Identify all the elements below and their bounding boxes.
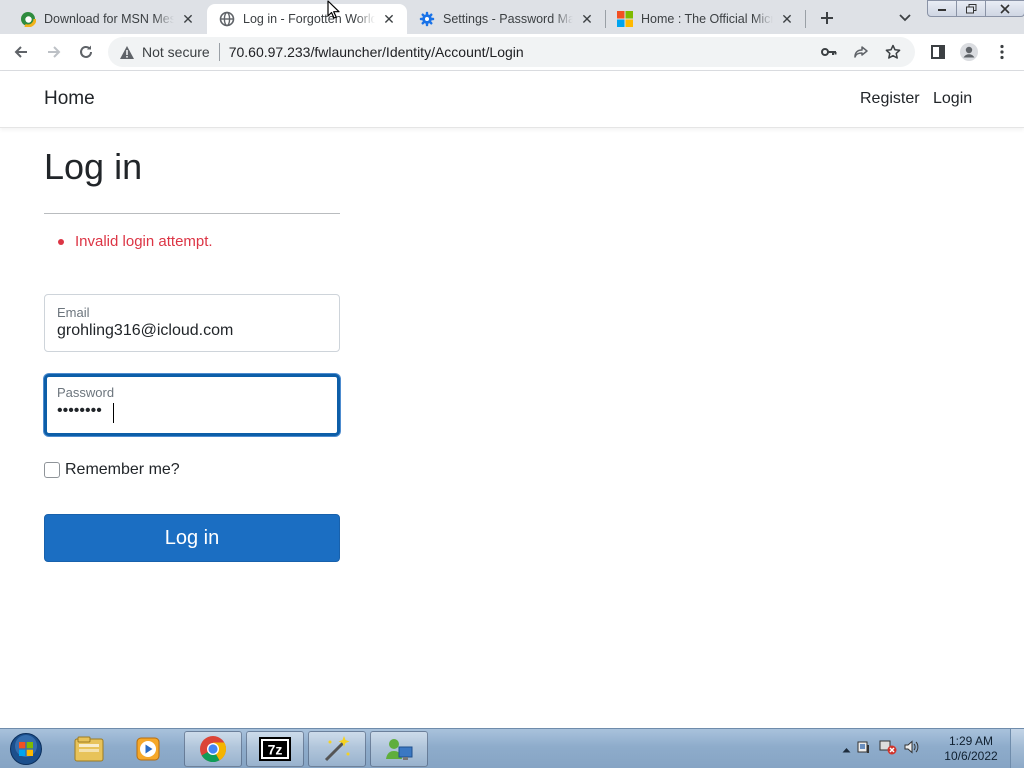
warning-triangle-icon[interactable]: [118, 43, 136, 61]
email-label: Email: [57, 305, 90, 320]
globe-icon: [219, 11, 235, 27]
chevron-up-icon: [842, 748, 851, 753]
tab-login-forgotten-world[interactable]: Log in - Forgotten World ✕: [207, 4, 407, 34]
back-button[interactable]: [8, 39, 34, 65]
tab-title: Settings - Password Manager: [443, 12, 573, 26]
clock-time: 1:29 AM: [948, 734, 994, 748]
register-link[interactable]: Register: [860, 90, 920, 108]
wizard-icon: [324, 736, 350, 762]
reload-icon: [80, 45, 92, 58]
show-desktop-button[interactable]: [1010, 729, 1024, 768]
avatar-icon: [960, 43, 978, 61]
omnibox-actions: [813, 37, 909, 67]
network-error-icon[interactable]: [879, 739, 897, 760]
clock-date: 10/6/2022: [944, 749, 998, 763]
security-status[interactable]: Not secure: [142, 44, 210, 60]
forward-button[interactable]: [41, 39, 67, 65]
action-center-icon[interactable]: [857, 739, 873, 760]
start-button[interactable]: [6, 731, 46, 767]
close-icon: [1000, 3, 1010, 14]
text-caret: [113, 403, 114, 423]
share-icon[interactable]: [845, 44, 877, 60]
taskbar-7zip[interactable]: 7z: [246, 731, 304, 767]
taskbar-media-player[interactable]: [120, 731, 178, 767]
tab-separator: [605, 10, 606, 28]
validation-summary: Invalid login attempt.: [58, 233, 213, 250]
password-field: Password: [44, 374, 340, 436]
password-label: Password: [57, 385, 115, 400]
browser-toolbar: Not secure 70.60.97.233/fwlauncher/Ident…: [0, 34, 1024, 71]
media-player-icon: [136, 737, 160, 761]
tab-title: Download for MSN Messenger: [44, 12, 174, 26]
password-input[interactable]: [57, 402, 327, 420]
mouse-pointer-icon: [327, 0, 340, 19]
remember-me[interactable]: Remember me?: [44, 461, 180, 479]
close-tab-icon[interactable]: ✕: [579, 11, 595, 27]
profile-button[interactable]: [956, 39, 982, 65]
remember-me-checkbox[interactable]: [44, 462, 60, 478]
svg-text:7z: 7z: [268, 742, 283, 758]
divider: [44, 213, 340, 214]
gear-icon: [419, 11, 435, 27]
url-text[interactable]: 70.60.97.233/fwlauncher/Identity/Account…: [229, 44, 524, 60]
side-panel-icon: [931, 45, 945, 59]
taskbar-explorer[interactable]: [60, 731, 118, 767]
tab-title: Log in - Forgotten World: [243, 12, 375, 26]
minimize-icon: [938, 8, 946, 11]
explorer-icon: [74, 736, 104, 762]
tab-search-button[interactable]: [893, 6, 917, 30]
minimize-button[interactable]: [927, 0, 957, 17]
more-vertical-icon: [1000, 44, 1004, 60]
close-tab-icon[interactable]: ✕: [381, 11, 397, 27]
email-input[interactable]: [57, 322, 327, 340]
error-message: Invalid login attempt.: [58, 233, 213, 250]
tab-microsoft-home[interactable]: Home : The Official Microsoft ✕: [605, 4, 805, 34]
key-icon[interactable]: [813, 47, 845, 57]
side-panel-button[interactable]: [925, 39, 951, 65]
site-navbar: Home Register Login: [0, 71, 1024, 128]
login-submit-button[interactable]: Log in: [44, 514, 340, 562]
7zip-icon: 7z: [259, 737, 291, 761]
close-tab-icon[interactable]: ✕: [180, 11, 196, 27]
taskbar-chrome[interactable]: [184, 731, 242, 767]
system-tray: [842, 735, 919, 763]
taskbar: 7z 1:29 AM 10/6/2022: [0, 728, 1024, 768]
close-tab-icon[interactable]: ✕: [779, 11, 795, 27]
arrow-left-icon: [14, 46, 27, 58]
restore-icon: [965, 3, 976, 13]
new-tab-button[interactable]: [815, 6, 839, 30]
taskbar-clock[interactable]: 1:29 AM 10/6/2022: [940, 734, 1002, 764]
login-link[interactable]: Login: [933, 90, 972, 108]
chevron-down-icon: [899, 14, 911, 22]
window-controls: [927, 0, 1024, 17]
reload-button[interactable]: [73, 39, 99, 65]
taskbar-wizard[interactable]: [308, 731, 366, 767]
omnibox-divider: [218, 43, 220, 61]
remember-me-label[interactable]: Remember me?: [65, 461, 180, 479]
plus-icon: [821, 12, 833, 24]
taskbar-network-app[interactable]: [370, 731, 428, 767]
edge-icon: [20, 11, 36, 27]
tab-password-manager[interactable]: Settings - Password Manager ✕: [407, 4, 605, 34]
network-app-icon: [386, 739, 413, 760]
show-hidden-icons-button[interactable]: [842, 740, 851, 758]
page-title: Log in: [44, 146, 143, 187]
home-link[interactable]: Home: [44, 88, 95, 110]
close-window-button[interactable]: [985, 0, 1024, 17]
bookmark-star-icon[interactable]: [877, 44, 909, 60]
address-bar[interactable]: Not secure 70.60.97.233/fwlauncher/Ident…: [108, 37, 915, 67]
microsoft-icon: [617, 11, 633, 27]
tab-msn-download[interactable]: Download for MSN Messenger ✕: [8, 4, 206, 34]
tab-title: Home : The Official Microsoft: [641, 12, 773, 26]
volume-icon[interactable]: [903, 739, 919, 760]
tab-separator: [805, 10, 806, 28]
restore-button[interactable]: [956, 0, 986, 17]
email-field: Email: [44, 294, 340, 352]
browser-menu-button[interactable]: [989, 39, 1015, 65]
chrome-icon: [200, 736, 227, 763]
tab-strip: Download for MSN Messenger ✕ Log in - Fo…: [0, 0, 1024, 34]
windows-start-icon: [10, 733, 42, 765]
arrow-right-icon: [48, 46, 61, 58]
